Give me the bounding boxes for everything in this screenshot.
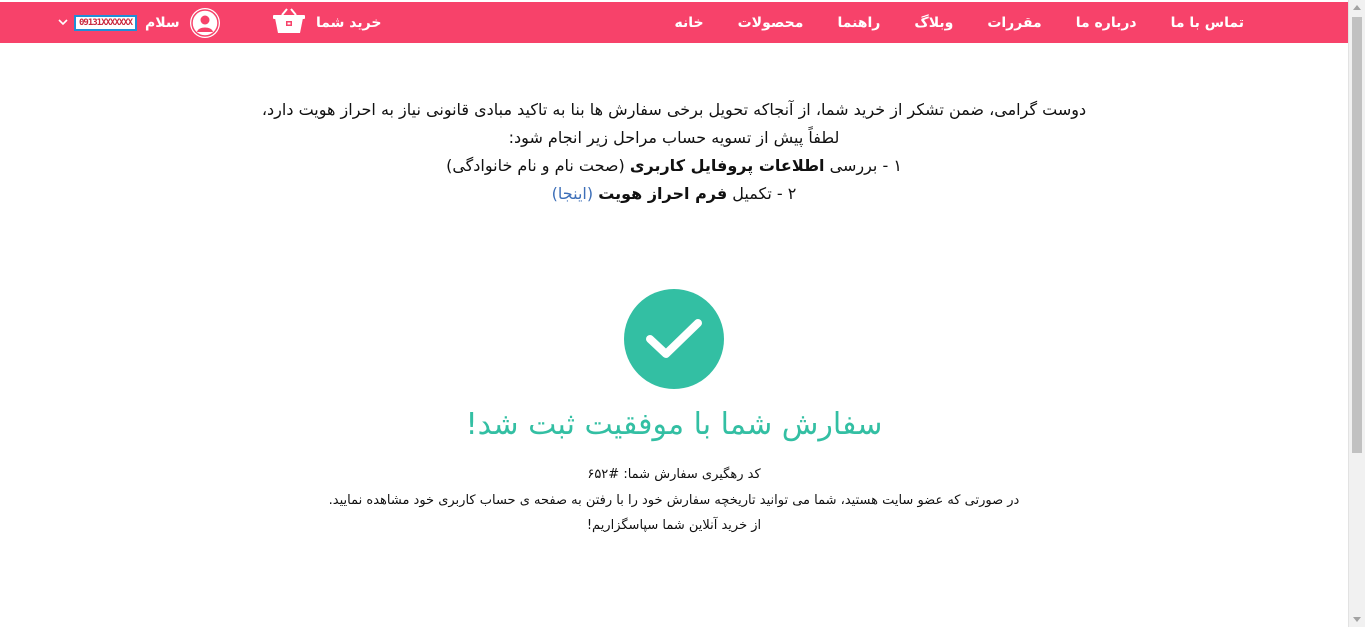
scroll-down-arrow-icon[interactable] [1353,617,1361,622]
nav-home[interactable]: خانه [675,15,704,31]
cart-label: خرید شما [316,14,382,31]
identity-form-label: فرم احراز هویت [598,184,728,203]
step-1-prefix: ۱ - بررسی [824,156,902,175]
nav-guide[interactable]: راهنما [837,15,880,31]
order-history-info: در صورتی که عضو سایت هستید، شما می توانی… [328,492,1020,508]
cart-button[interactable]: خرید شما [272,2,381,43]
step-1-suffix: (صحت نام و نام خانوادگی) [446,156,630,175]
username: 09131XXXXXXX [74,14,138,31]
greeting: سلام [145,14,180,31]
notice-line-1: دوست گرامی، ضمن تشکر از خرید شما، از آنج… [261,100,1087,119]
nav-about[interactable]: درباره ما [1076,15,1137,31]
nav-rules[interactable]: مقررات [987,15,1041,31]
top-navbar: خانه محصولات راهنما وبلاگ مقررات درباره … [0,2,1348,43]
thanks-message: از خرید آنلاین شما سپاسگزاریم! [586,518,762,533]
identity-form-link[interactable]: (اینجا) [552,184,593,203]
nav-products[interactable]: محصولات [738,15,804,31]
user-menu[interactable]: 09131XXXXXXX سلام [56,2,220,43]
success-title: سفارش شما با موفقیت ثبت شد! [465,407,883,442]
nav-blog[interactable]: وبلاگ [914,15,953,31]
order-details: کد رهگیری سفارش شما: #۶۵۲ در صورتی که عض… [0,462,1348,539]
nav-contact[interactable]: تماس با ما [1171,15,1244,31]
step-2-prefix: ۲ - تکمیل [727,184,797,203]
identity-notice: دوست گرامی، ضمن تشکر از خرید شما، از آنج… [0,96,1348,208]
notice-step-2: ۲ - تکمیل فرم احراز هویت (اینجا) [0,180,1348,208]
shopping-basket-icon [272,7,306,39]
page-scrollbar[interactable] [1348,0,1365,627]
scrollbar-thumb[interactable] [1352,17,1362,453]
success-check-icon [624,289,724,389]
scroll-up-arrow-icon[interactable] [1353,5,1361,10]
notice-line-2: لطفاً پیش از تسویه حساب مراحل زیر انجام … [508,128,840,147]
profile-info-label: اطلاعات پروفایل کاربری [629,156,825,175]
main-nav: خانه محصولات راهنما وبلاگ مقررات درباره … [675,2,1244,43]
user-avatar-icon [189,7,220,38]
tracking-code: کد رهگیری سفارش شما: #۶۵۲ [587,467,761,482]
notice-step-1: ۱ - بررسی اطلاعات پروفایل کاربری (صحت نا… [0,152,1348,180]
chevron-down-icon [56,16,70,30]
